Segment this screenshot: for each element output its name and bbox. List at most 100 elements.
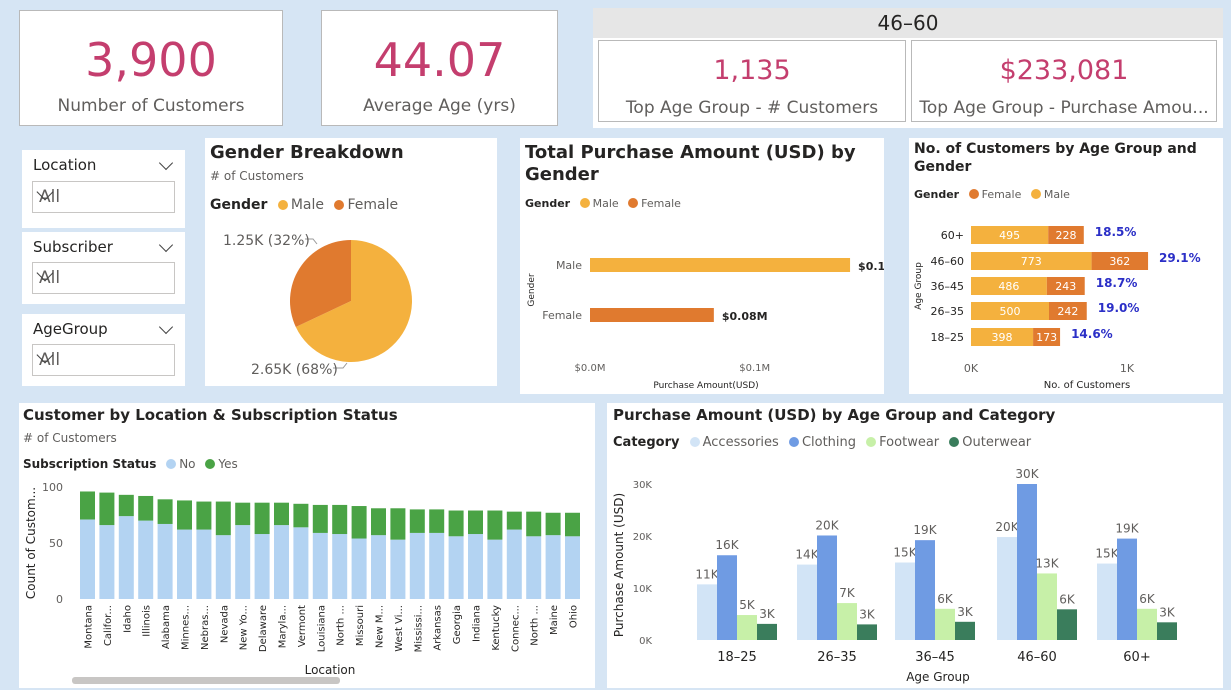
bar-yes[interactable] xyxy=(254,502,270,535)
bar-clothing[interactable] xyxy=(1117,538,1137,640)
bar-yes[interactable] xyxy=(506,511,522,530)
x-tick-label: Louisiana xyxy=(316,605,327,652)
bar-footwear[interactable] xyxy=(737,615,757,640)
chevron-down-icon[interactable] xyxy=(158,319,174,335)
bar-yes[interactable] xyxy=(235,502,251,526)
bar-no[interactable] xyxy=(99,525,115,599)
bar-accessories[interactable] xyxy=(697,584,717,640)
bar-no[interactable] xyxy=(565,536,580,599)
bar-no[interactable] xyxy=(274,525,289,599)
bar-footwear[interactable] xyxy=(1037,573,1057,640)
bar-accessories[interactable] xyxy=(997,537,1017,640)
bar-outerwear[interactable] xyxy=(757,623,777,640)
bar-no[interactable] xyxy=(506,529,522,599)
bar-no[interactable] xyxy=(118,516,134,599)
bar-clothing[interactable] xyxy=(1017,484,1037,640)
bar-yes[interactable] xyxy=(274,502,289,526)
bar-outerwear[interactable] xyxy=(1157,622,1177,640)
bar-yes[interactable] xyxy=(487,510,503,540)
x-tick-label: 1K xyxy=(1120,362,1135,375)
chevron-down-icon[interactable] xyxy=(158,155,174,171)
bar-yes[interactable] xyxy=(371,508,386,536)
bar-no[interactable] xyxy=(196,529,212,599)
bar-no[interactable] xyxy=(429,532,445,599)
location-dropdown[interactable]: All xyxy=(32,181,175,213)
bar-male[interactable] xyxy=(590,258,851,272)
bar-yes[interactable] xyxy=(565,512,580,537)
age-group-dropdown[interactable]: All xyxy=(32,344,175,376)
kpi-value: 44.07 xyxy=(373,33,506,87)
bar-footwear[interactable] xyxy=(1137,608,1157,640)
bar-yes[interactable] xyxy=(118,494,134,517)
bar-no[interactable] xyxy=(177,529,192,599)
horizontal-scrollbar[interactable] xyxy=(72,677,340,684)
bar-no[interactable] xyxy=(215,535,231,599)
bar-no[interactable] xyxy=(293,527,309,599)
bar-no[interactable] xyxy=(371,535,386,599)
bar-no[interactable] xyxy=(254,534,270,599)
bar-no[interactable] xyxy=(312,532,328,599)
bar-no[interactable] xyxy=(409,532,425,599)
y-tick-label: 36–45 xyxy=(931,280,965,293)
subscriber-dropdown[interactable]: All xyxy=(32,262,175,294)
bar-no[interactable] xyxy=(235,525,251,599)
bar-clothing[interactable] xyxy=(717,555,737,640)
x-tick-label: $0.1M xyxy=(739,363,770,374)
bar-no[interactable] xyxy=(448,536,464,599)
x-tick-label: Kentucky xyxy=(491,605,502,651)
data-label: 15K xyxy=(893,546,917,560)
bar-yes[interactable] xyxy=(390,508,406,540)
x-tick-label: Maine xyxy=(549,605,560,635)
bar-yes[interactable] xyxy=(409,509,425,533)
bar-yes[interactable] xyxy=(80,491,95,520)
x-tick-label: 18–25 xyxy=(717,650,757,665)
bar-accessories[interactable] xyxy=(1097,563,1117,640)
bar-yes[interactable] xyxy=(138,495,154,521)
bar-yes[interactable] xyxy=(99,492,115,526)
bar-outerwear[interactable] xyxy=(1057,609,1077,640)
bar-footwear[interactable] xyxy=(837,603,857,640)
bar-yes[interactable] xyxy=(196,501,212,530)
bar-yes[interactable] xyxy=(448,510,464,537)
bar-footwear[interactable] xyxy=(935,608,955,640)
bar-yes[interactable] xyxy=(177,500,192,530)
bar-accessories[interactable] xyxy=(797,564,817,640)
x-tick-label: 46–60 xyxy=(1017,650,1057,665)
customers-by-age-card: No. of Customers by Age Group and Gender… xyxy=(909,138,1223,394)
bar-clothing[interactable] xyxy=(915,540,935,640)
category-chart: 0K10K20K30K11K16K5K3K18–2514K20K7K3K26–3… xyxy=(612,467,1177,684)
bar-outerwear[interactable] xyxy=(857,624,877,640)
bar-yes[interactable] xyxy=(429,509,445,533)
bar-no[interactable] xyxy=(468,534,483,599)
bar-yes[interactable] xyxy=(312,504,328,533)
x-tick-label: Nebras... xyxy=(200,605,211,650)
bar-yes[interactable] xyxy=(215,501,231,536)
bar-no[interactable] xyxy=(526,536,542,599)
data-label: 243 xyxy=(1055,280,1076,293)
bar-no[interactable] xyxy=(157,523,173,599)
bar-yes[interactable] xyxy=(157,499,173,524)
slicer-title: Location xyxy=(33,156,97,174)
bar-clothing[interactable] xyxy=(817,535,837,640)
bar-yes[interactable] xyxy=(332,504,348,535)
y-tick-label: 30K xyxy=(633,480,653,491)
bar-no[interactable] xyxy=(80,519,95,599)
x-axis-label: Age Group xyxy=(906,670,970,684)
bar-no[interactable] xyxy=(390,539,406,599)
bar-no[interactable] xyxy=(487,539,503,599)
bar-female[interactable] xyxy=(590,308,714,322)
chevron-down-icon[interactable] xyxy=(158,237,174,253)
bar-yes[interactable] xyxy=(468,510,483,535)
bar-no[interactable] xyxy=(138,520,154,599)
bar-yes[interactable] xyxy=(526,511,542,537)
bar-yes[interactable] xyxy=(545,512,561,536)
bar-yes[interactable] xyxy=(351,506,367,539)
bar-no[interactable] xyxy=(545,535,561,599)
bar-no[interactable] xyxy=(351,538,367,599)
x-tick-label: Georgia xyxy=(452,605,463,644)
bar-outerwear[interactable] xyxy=(955,621,975,640)
bar-no[interactable] xyxy=(332,534,348,599)
x-tick-label: Vermont xyxy=(297,605,308,647)
bar-accessories[interactable] xyxy=(895,562,915,640)
bar-yes[interactable] xyxy=(293,503,309,528)
